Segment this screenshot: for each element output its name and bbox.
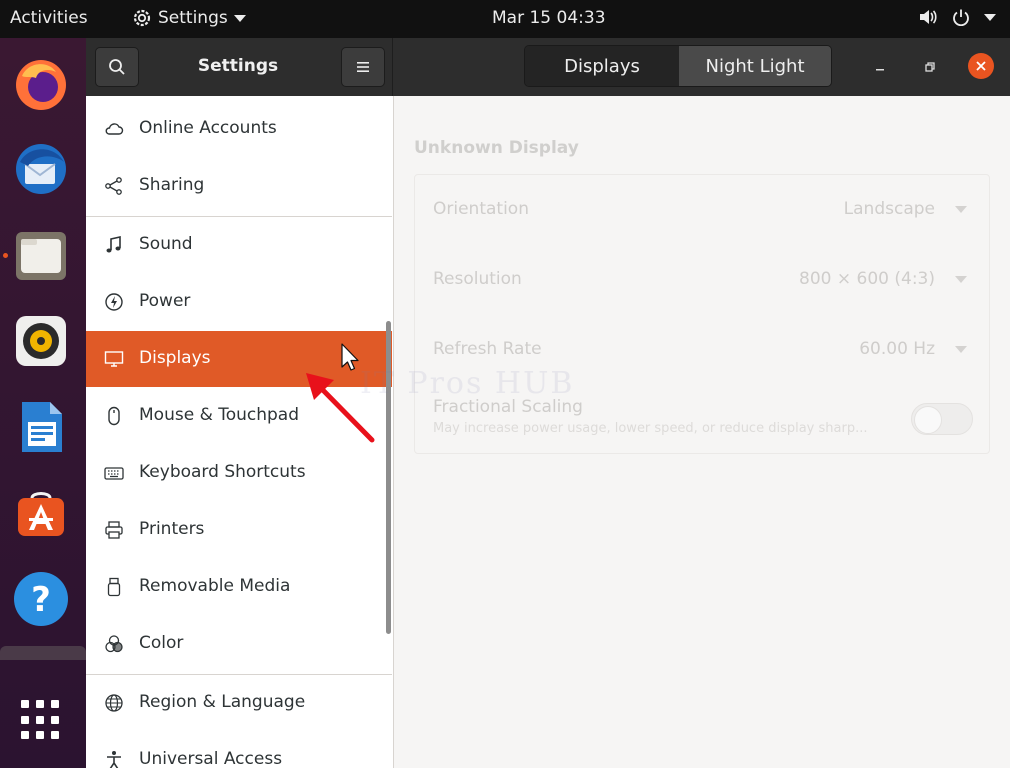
activities-button[interactable]: Activities (10, 8, 88, 28)
app-menu-label: Settings (158, 8, 228, 28)
sidebar-item-sound[interactable]: Sound (86, 217, 392, 273)
displays-panel: Unknown Display Orientation Landscape Re… (394, 96, 1010, 768)
help-icon[interactable]: ? (12, 570, 70, 628)
sidebar-item-mouse-touchpad[interactable]: Mouse & Touchpad (86, 388, 392, 444)
sidebar-item-label: Displays (139, 348, 211, 368)
svg-text:?: ? (31, 580, 51, 620)
header-bar: Settings Displays Night Light (86, 38, 1010, 96)
menu-button[interactable] (341, 47, 385, 87)
search-button[interactable] (95, 47, 139, 87)
clock[interactable]: Mar 15 04:33 (492, 8, 606, 28)
keyboard-icon (104, 467, 124, 480)
rhythmbox-icon[interactable] (12, 312, 70, 370)
dock: ? (0, 38, 86, 768)
display-settings-list: Orientation Landscape Resolution 800 × 6… (414, 174, 990, 454)
close-icon (976, 61, 986, 71)
sidebar-item-sharing[interactable]: Sharing (86, 158, 392, 214)
chevron-down-icon (984, 13, 996, 21)
resolution-row[interactable]: Resolution 800 × 600 (4:3) (415, 245, 989, 315)
sidebar-item-label: Region & Language (139, 692, 306, 712)
minimize-icon (876, 69, 884, 71)
volume-icon (920, 10, 937, 24)
window-title: Settings (197, 56, 279, 76)
display-icon (104, 351, 124, 367)
software-center-icon[interactable] (12, 484, 70, 542)
sidebar-item-label: Power (139, 291, 191, 311)
gear-icon (133, 9, 151, 27)
fractional-scaling-description: May increase power usage, lower speed, o… (433, 421, 868, 436)
files-icon[interactable] (12, 226, 70, 284)
sidebar-item-label: Universal Access (139, 749, 283, 768)
sidebar-item-removable-media[interactable]: Removable Media (86, 559, 392, 615)
app-menu[interactable]: Settings (132, 8, 246, 28)
chevron-down-icon (233, 14, 246, 22)
show-applications-button[interactable] (21, 700, 61, 740)
color-icon (105, 635, 123, 653)
search-icon (109, 59, 125, 75)
sidebar-header: Settings (86, 38, 393, 96)
refresh-rate-value: 60.00 Hz (859, 339, 935, 359)
chevron-down-icon (955, 346, 967, 353)
maximize-button[interactable] (918, 55, 942, 79)
sidebar-item-label: Sound (139, 234, 193, 254)
system-tray[interactable] (918, 8, 996, 26)
sidebar-item-label: Sharing (139, 175, 205, 195)
sidebar-item-region-language[interactable]: Region & Language (86, 675, 392, 731)
sidebar-item-label: Printers (139, 519, 205, 539)
writer-icon[interactable] (12, 398, 70, 456)
tab-displays[interactable]: Displays (525, 46, 679, 86)
running-indicator (3, 253, 8, 258)
sidebar-item-color[interactable]: Color (86, 616, 392, 672)
orientation-value: Landscape (843, 199, 935, 219)
settings-sidebar: Online Accounts Sharing Sound Power Disp… (86, 96, 394, 768)
globe-icon (105, 694, 123, 712)
sidebar-item-keyboard-shortcuts[interactable]: Keyboard Shortcuts (86, 445, 392, 501)
minimize-button[interactable] (868, 55, 892, 79)
sidebar-item-label: Removable Media (139, 576, 291, 596)
share-icon (105, 177, 122, 195)
sidebar-item-displays[interactable]: Displays (86, 331, 392, 387)
sidebar-item-label: Online Accounts (139, 118, 277, 138)
dock-partial-item (0, 646, 86, 660)
resolution-value: 800 × 600 (4:3) (799, 269, 935, 289)
sidebar-item-online-accounts[interactable]: Online Accounts (86, 101, 392, 157)
accessibility-icon (107, 751, 121, 768)
chevron-down-icon (955, 206, 967, 213)
power-icon (105, 293, 123, 311)
hamburger-icon (357, 62, 369, 72)
fractional-scaling-toggle[interactable] (911, 403, 973, 435)
cloud-icon (105, 123, 124, 135)
watermark: IT Pros HUB (360, 366, 575, 401)
sidebar-item-label: Mouse & Touchpad (139, 405, 300, 425)
chevron-down-icon (955, 276, 967, 283)
sidebar-item-label: Color (139, 633, 184, 653)
restore-icon (925, 62, 935, 72)
top-bar: Activities Settings Mar 15 04:33 (0, 0, 1010, 38)
orientation-label: Orientation (433, 199, 529, 219)
refresh-rate-label: Refresh Rate (433, 339, 542, 359)
printer-icon (105, 521, 123, 539)
tab-night-light[interactable]: Night Light (679, 46, 831, 86)
resolution-label: Resolution (433, 269, 522, 289)
view-switcher: Displays Night Light (524, 45, 832, 87)
close-button[interactable] (968, 53, 994, 79)
settings-window: Settings Displays Night Light Online Acc… (86, 38, 1010, 768)
sidebar-item-printers[interactable]: Printers (86, 502, 392, 558)
music-note-icon (106, 236, 121, 253)
usb-icon (107, 577, 121, 597)
sidebar-item-power[interactable]: Power (86, 274, 392, 330)
mouse-icon (108, 406, 120, 426)
sidebar-item-label: Keyboard Shortcuts (139, 462, 306, 482)
sidebar-item-universal-access[interactable]: Universal Access (86, 732, 392, 768)
display-name: Unknown Display (414, 138, 579, 158)
firefox-icon[interactable] (12, 56, 70, 114)
orientation-row[interactable]: Orientation Landscape (415, 175, 989, 245)
power-icon (953, 9, 969, 26)
thunderbird-icon[interactable] (12, 140, 70, 198)
